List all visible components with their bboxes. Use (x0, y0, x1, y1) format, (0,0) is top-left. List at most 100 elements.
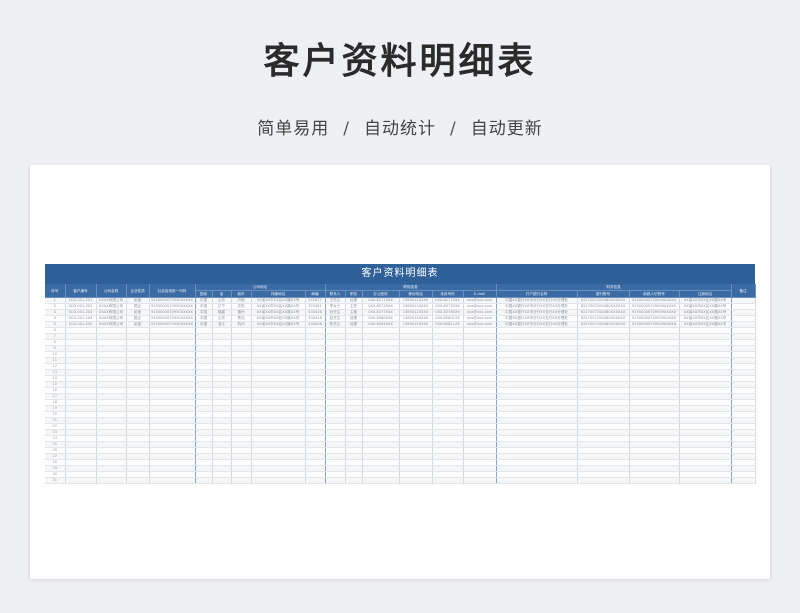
table-cell[interactable]: XX省XX市XX区XX路XX号 (679, 297, 732, 304)
col-header-province[interactable]: 省 (212, 290, 232, 298)
table-cell[interactable]: 13690120XXX (399, 303, 433, 310)
table-cell[interactable]: 中国XX银行XX市分行XX支行XX分理处 (496, 321, 578, 328)
table-cell[interactable]: XX省XX市XX区XX路XX号 (251, 315, 306, 322)
col-header-zip[interactable]: 邮编 (305, 290, 326, 298)
table-cell[interactable] (65, 477, 97, 484)
table-cell[interactable]: XX省XX市XX区XX路XX号 (251, 297, 306, 304)
page-title: 客户资料明细表 (263, 41, 537, 82)
table-cell[interactable]: XX省XX市XX区XX路XX号 (251, 303, 306, 310)
table-cell[interactable] (231, 477, 252, 484)
table-cell[interactable]: 0XX-65801XX (432, 315, 464, 322)
table-cell[interactable]: 13690120XXX (399, 315, 433, 322)
table-cell[interactable]: XX省XX市XX区XX路XX号 (679, 303, 732, 310)
table-cell[interactable] (432, 477, 464, 484)
table-cell[interactable]: 9150000070950XXXXX (149, 315, 196, 322)
table-cell[interactable]: 91500000709509XXXXX (629, 297, 680, 304)
col-header-bank-account[interactable]: 银行账号 (577, 290, 630, 298)
subtitle-separator: / (450, 119, 457, 139)
table-cell[interactable]: XXXX有限公司 (96, 297, 127, 304)
table-cell[interactable]: xxx@xxx.com (463, 309, 497, 316)
col-header-office-phone[interactable]: 办公座机 (362, 290, 400, 298)
subtitle-easy: 简单易用 (257, 119, 330, 139)
col-header-reg-address[interactable]: 注册地址 (679, 290, 732, 298)
col-header-bank-name[interactable]: 开户银行名称 (496, 290, 578, 298)
table-cell[interactable] (463, 477, 497, 484)
col-header-company-type[interactable]: 企业性质 (126, 284, 150, 298)
col-header-country[interactable]: 国家 (195, 290, 213, 298)
table-cell[interactable]: xxx@xxx.com (463, 303, 497, 310)
table-cell[interactable]: XXXX有限公司 (96, 321, 127, 328)
col-header-credit-code[interactable]: 社会信用统一代码 (149, 284, 196, 298)
col-header-fax[interactable]: 传真号码 (432, 290, 464, 298)
col-header-customer-id[interactable]: 客户编号 (65, 284, 97, 298)
table-cell[interactable] (126, 477, 150, 484)
col-header-email[interactable]: E-mail (463, 290, 497, 298)
table-cell[interactable]: SCD-001-204 (65, 315, 97, 322)
table-cell[interactable]: 13690120XXX (399, 321, 433, 328)
table-cell[interactable]: 13690120XXX (399, 309, 433, 316)
table-cell[interactable]: 中国XX银行XX市分行XX支行XX分理处 (496, 297, 578, 304)
table-cell[interactable]: xxx@xxx.com (463, 297, 497, 304)
table-cell[interactable]: 6227007200480XXXXXX (577, 315, 630, 322)
table-cell[interactable]: 91500000709509XXXXX (629, 321, 680, 328)
table-cell[interactable] (325, 477, 346, 484)
table-cell[interactable] (251, 477, 306, 484)
table-cell[interactable]: 91500000709509XXXXX (629, 315, 680, 322)
table-cell[interactable]: 0XX-82780XX (432, 309, 464, 316)
table-cell[interactable] (399, 477, 433, 484)
col-header-mobile[interactable]: 移动电话 (399, 290, 433, 298)
table-cell[interactable]: 0XX-65811XX (432, 321, 464, 328)
table-cell[interactable]: 0XX-65730XX (432, 303, 464, 310)
table-cell[interactable]: XX省XX市XX区XX路XX号 (679, 309, 732, 316)
row-number-cell[interactable]: 31 (45, 477, 66, 484)
table-cell[interactable] (212, 477, 232, 484)
table-cell[interactable]: XXXX有限公司 (96, 303, 127, 310)
col-header-contact[interactable]: 联系人 (325, 290, 346, 298)
col-header-city[interactable]: 城市 (231, 290, 252, 298)
table-cell[interactable]: 6227007200480XXXXXX (577, 321, 630, 328)
table-cell[interactable]: 中国XX银行XX市分行XX支行XX分理处 (496, 303, 578, 310)
table-cell[interactable]: SCD-001-205 (65, 321, 97, 328)
table-cell[interactable]: xxx@xxx.com (463, 315, 497, 322)
table-cell[interactable] (679, 477, 732, 484)
table-cell[interactable]: XXXX有限公司 (96, 309, 127, 316)
col-header-company-name[interactable]: 公司名称 (96, 284, 127, 298)
table-cell[interactable] (96, 477, 127, 484)
table-cell[interactable] (731, 477, 756, 484)
col-header-remark[interactable]: 备注 (731, 284, 756, 298)
table-cell[interactable] (362, 477, 400, 484)
table-cell[interactable] (149, 477, 196, 484)
table-cell[interactable] (496, 477, 578, 484)
table-cell[interactable]: XXXX有限公司 (96, 315, 127, 322)
col-header-address[interactable]: 详细地址 (251, 290, 306, 298)
table-cell[interactable]: 0XX-82774XX (432, 297, 464, 304)
table-cell[interactable]: 6227007200480XXXXXX (577, 309, 630, 316)
col-header-seq[interactable]: 序号 (45, 284, 66, 298)
col-header-tax-id[interactable]: 纳税人识别号 (629, 290, 680, 298)
table-cell[interactable]: XX省XX市XX区XX路XX号 (251, 321, 306, 328)
table-cell[interactable]: XX省XX市XX区XX路XX号 (679, 321, 732, 328)
table-cell[interactable] (577, 477, 630, 484)
table-cell[interactable]: 91500000709509XXXXX (629, 303, 680, 310)
table-cell[interactable] (195, 477, 213, 484)
table-cell[interactable]: 中国XX银行XX市分行XX支行XX分理处 (496, 315, 578, 322)
table-cell[interactable]: 9150000070950XXXXX (149, 303, 196, 310)
table-cell[interactable] (345, 477, 363, 484)
table-cell[interactable]: XX省XX市XX区XX路XX号 (679, 315, 732, 322)
table-cell[interactable]: 6227007200480XXXXXX (577, 303, 630, 310)
table-cell[interactable] (629, 477, 680, 484)
table-cell[interactable] (305, 477, 326, 484)
table-cell[interactable]: xxx@xxx.com (463, 321, 497, 328)
table-cell[interactable]: XX省XX市XX区XX路XX号 (251, 309, 306, 316)
table-cell[interactable]: SCD-001-203 (65, 309, 97, 316)
table-cell[interactable]: 6227007200480XXXXXX (577, 297, 630, 304)
table-cell[interactable]: 13690120XXX (399, 297, 433, 304)
table-cell[interactable]: 91500000709509XXXXX (629, 309, 680, 316)
table-cell[interactable]: 中国XX银行XX市分行XX支行XX分理处 (496, 309, 578, 316)
table-cell[interactable]: 9150000070950XXXXX (149, 321, 196, 328)
table-cell[interactable]: 9150000070950XXXXX (149, 309, 196, 316)
table-cell[interactable]: SCD-001-201 (65, 297, 97, 304)
table-cell[interactable]: SCD-001-202 (65, 303, 97, 310)
table-cell[interactable]: 9150000070950XXXXX (149, 297, 196, 304)
col-header-position[interactable]: 职务 (345, 290, 363, 298)
